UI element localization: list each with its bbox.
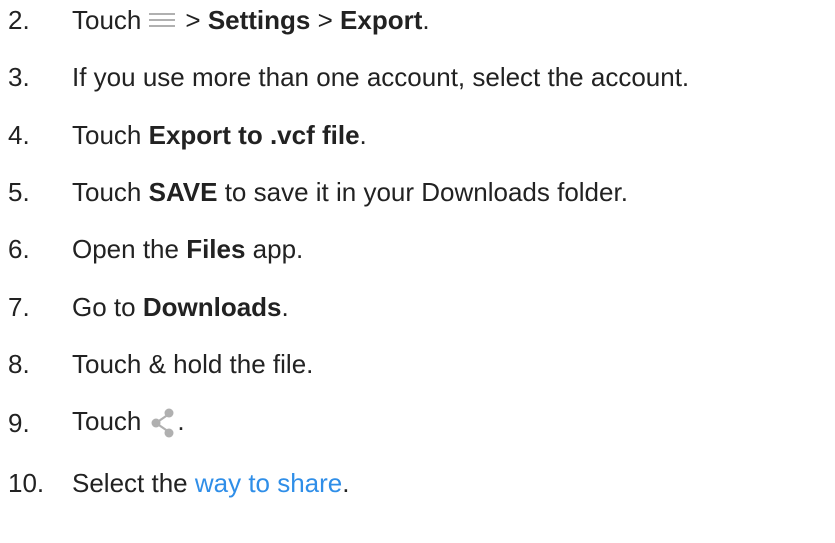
- step-9: 9. Touch .: [8, 403, 185, 443]
- step-text: Go to Downloads.: [72, 291, 289, 322]
- step-4: 4. Touch Export to .vcf file.: [8, 115, 367, 155]
- step-text: Select the way to share.: [72, 467, 350, 498]
- step-text: Open the Files app.: [72, 233, 304, 264]
- menu-icon: [149, 12, 176, 27]
- step-number: 3.: [8, 61, 30, 92]
- step-number: 8.: [8, 348, 30, 379]
- step-text: If you use more than one account, select…: [72, 61, 690, 92]
- step-number: 4.: [8, 119, 30, 150]
- step-3: 3. If you use more than one account, sel…: [8, 57, 689, 97]
- step-text: Touch & hold the file.: [72, 348, 314, 379]
- step-6: 6. Open the Files app.: [8, 229, 303, 269]
- step-7: 7. Go to Downloads.: [8, 287, 289, 327]
- step-text: Touch .: [72, 406, 185, 438]
- step-text: Touch > Settings > Export.: [72, 4, 430, 35]
- step-number: 10.: [8, 467, 45, 498]
- way-to-share-link[interactable]: way to share: [195, 468, 342, 498]
- step-10: 10. Select the way to share.: [8, 463, 350, 503]
- step-number: 2.: [8, 4, 30, 35]
- step-5: 5. Touch SAVE to save it in your Downloa…: [8, 172, 628, 212]
- step-2: 2. Touch > Settings > Export.: [8, 0, 430, 40]
- step-text: Touch Export to .vcf file.: [72, 119, 367, 150]
- step-number: 9.: [8, 407, 30, 438]
- step-text: Touch SAVE to save it in your Downloads …: [72, 176, 628, 207]
- step-number: 7.: [8, 291, 30, 322]
- step-8: 8. Touch & hold the file.: [8, 344, 313, 384]
- step-number: 5.: [8, 176, 30, 207]
- step-number: 6.: [8, 233, 30, 264]
- share-icon: [151, 408, 174, 438]
